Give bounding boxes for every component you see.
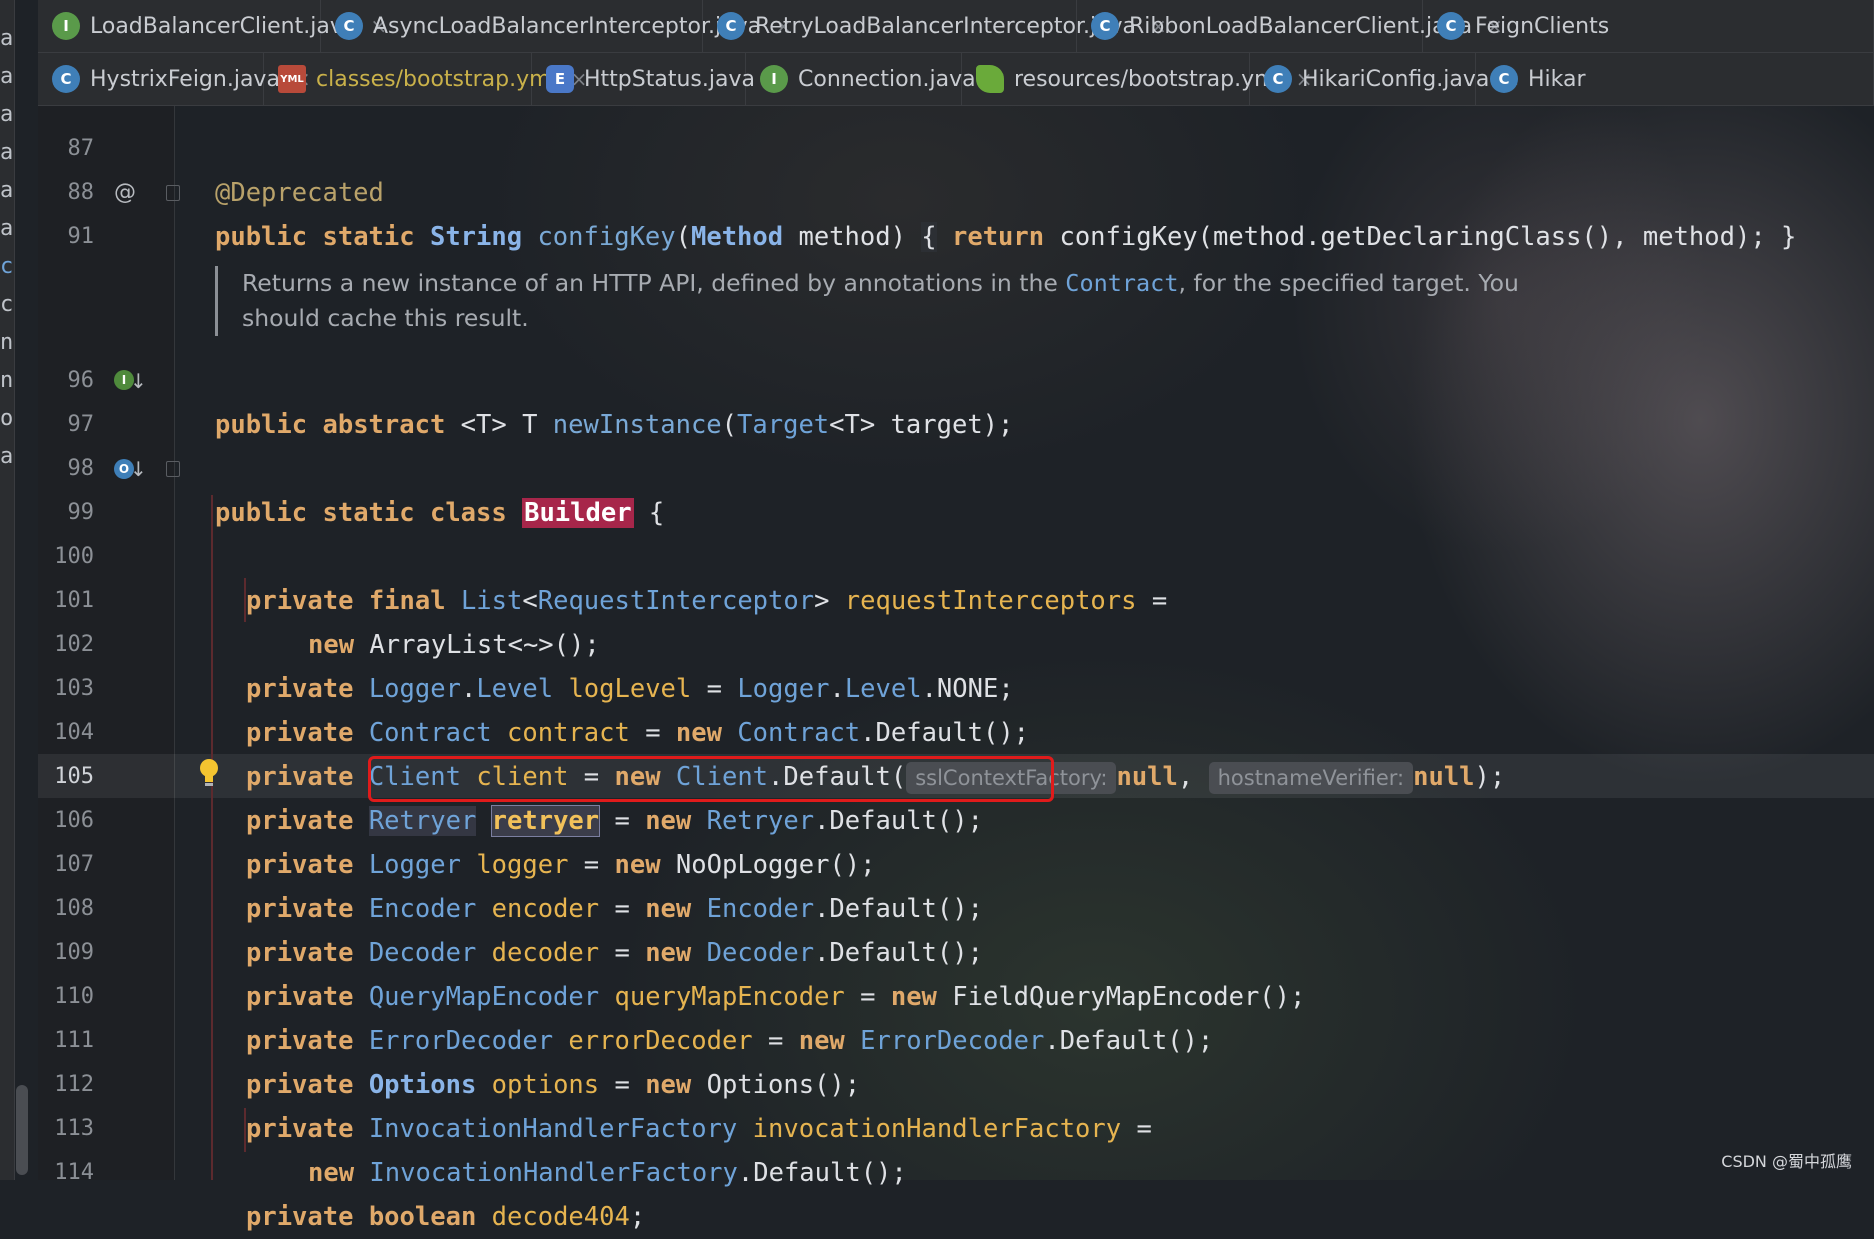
- enum-icon: E: [546, 65, 574, 93]
- code-punct: (: [675, 222, 691, 252]
- spring-leaf-icon: [976, 65, 1004, 93]
- type-name: String: [429, 222, 523, 252]
- keyword: public: [215, 222, 308, 252]
- tree-letter[interactable]: c: [0, 256, 14, 278]
- tab-label: FeignClients: [1475, 13, 1610, 39]
- keyword: static: [322, 498, 415, 528]
- code-text: configKey(method.getDeclaringClass(), me…: [1044, 222, 1797, 252]
- interface-icon: I: [52, 12, 80, 40]
- code-line-103[interactable]: private Contract contract = new Contract…: [0, 667, 1874, 748]
- javadoc-rendered: Returns a new instance of an HTTP API, d…: [215, 266, 1542, 336]
- code-line-98[interactable]: public static class Builder {: [0, 447, 1874, 528]
- code-line-87[interactable]: @Deprecated: [0, 127, 1874, 208]
- class-icon: C: [1490, 65, 1518, 93]
- class-icon: C: [1437, 12, 1465, 40]
- code-line-104[interactable]: private Client client = new Client.Defau…: [0, 711, 1874, 794]
- tab-label: Hikar: [1528, 66, 1586, 92]
- tab-label: RibbonLoadBalancerClient.java: [1129, 13, 1473, 39]
- javadoc-link-contract[interactable]: Contract: [1065, 269, 1178, 297]
- tab-feignclients[interactable]: C FeignClients: [1423, 0, 1874, 52]
- keyword: public: [215, 498, 308, 528]
- line-number[interactable]: 97: [38, 403, 95, 447]
- tab-label: classes/bootstrap.yml: [316, 66, 557, 92]
- class-icon: C: [52, 65, 80, 93]
- tab-hikariconfig[interactable]: C HikariConfig.java ×: [1250, 53, 1520, 105]
- tab-hystrixfeign[interactable]: C HystrixFeign.java ×: [38, 53, 311, 105]
- keyword: boolean: [368, 1202, 477, 1232]
- code-line-96[interactable]: public abstract <T> T newInstance(Target…: [0, 359, 1874, 440]
- class-icon: C: [1091, 12, 1119, 40]
- keyword: abstract: [322, 410, 446, 440]
- tab-label: Connection.java: [798, 66, 976, 92]
- keyword: private: [246, 1202, 354, 1232]
- tab-resources-bootstrap-yml[interactable]: resources/bootstrap.yml ×: [962, 53, 1312, 105]
- watermark: CSDN @蜀中孤鹰: [1721, 1152, 1852, 1171]
- yaml-file-icon: YML: [278, 65, 306, 93]
- code-line-101[interactable]: new ArrayList<~>();: [0, 579, 1874, 660]
- tab-loadbalancerclient[interactable]: I LoadBalancerClient.java ×: [38, 0, 387, 52]
- type-name: Target: [737, 410, 830, 440]
- code-line-111[interactable]: private Options options = new Options();: [0, 1019, 1874, 1100]
- code-text: <T> T: [445, 410, 553, 440]
- tree-letter[interactable]: a: [0, 104, 14, 126]
- tab-asyncloadbalancerinterceptor[interactable]: C AsyncLoadBalancerInterceptor.java ×: [321, 0, 792, 52]
- class-icon: C: [717, 12, 745, 40]
- code-text: {: [633, 498, 665, 528]
- tree-letter[interactable]: a: [0, 66, 14, 88]
- tree-letter[interactable]: c: [0, 294, 14, 316]
- class-icon: C: [1264, 65, 1292, 93]
- tab-label: resources/bootstrap.yml: [1014, 66, 1282, 92]
- keyword: static: [322, 222, 415, 252]
- tree-letter[interactable]: a: [0, 28, 14, 50]
- line-number[interactable]: 91: [38, 215, 95, 259]
- code-line-100[interactable]: private final List<RequestInterceptor> r…: [0, 535, 1874, 616]
- tab-label: LoadBalancerClient.java: [90, 13, 357, 39]
- interface-icon: I: [760, 65, 788, 93]
- tab-ribbonloadbalancerclient[interactable]: C RibbonLoadBalancerClient.java ×: [1077, 0, 1503, 52]
- tab-connection[interactable]: I Connection.java ×: [746, 53, 1006, 105]
- keyword: return: [952, 222, 1045, 252]
- keyword: class: [429, 498, 507, 528]
- tab-label: HttpStatus.java: [584, 66, 755, 92]
- type-name: Method: [690, 222, 784, 252]
- code-line-107[interactable]: private Encoder encoder = new Encoder.De…: [0, 843, 1874, 924]
- class-name-builder: Builder: [522, 498, 634, 528]
- line-number[interactable]: 99: [38, 491, 95, 535]
- folded-brace: {: [921, 222, 937, 252]
- code-line-114[interactable]: private boolean decode404;: [0, 1151, 1874, 1232]
- code-line-102[interactable]: private Logger.Level logLevel = Logger.L…: [0, 623, 1874, 704]
- method-name: configKey: [537, 222, 676, 252]
- class-icon: C: [335, 12, 363, 40]
- tab-label: HikariConfig.java: [1302, 66, 1490, 92]
- tab-retryloadbalancerinterceptor[interactable]: C RetryLoadBalancerInterceptor.java ×: [703, 0, 1167, 52]
- code-line-113[interactable]: new InvocationHandlerFactory.Default();: [0, 1107, 1874, 1188]
- tree-letter[interactable]: n: [0, 332, 14, 354]
- tab-httpstatus[interactable]: E HttpStatus.java ×: [532, 53, 786, 105]
- tab-classes-bootstrap-yml[interactable]: YML classes/bootstrap.yml ×: [264, 53, 587, 105]
- code-line-88[interactable]: public static String configKey(Method me…: [0, 171, 1874, 252]
- tab-hikar[interactable]: C Hikar: [1476, 53, 1874, 105]
- code-line-108[interactable]: private Decoder decoder = new Decoder.De…: [0, 887, 1874, 968]
- code-line-106[interactable]: private Logger logger = new NoOpLogger()…: [0, 799, 1874, 880]
- keyword: public: [215, 410, 308, 440]
- code-text: ;: [629, 1202, 646, 1232]
- code-text: <T> target);: [829, 410, 1014, 440]
- code-line-112[interactable]: private InvocationHandlerFactory invocat…: [0, 1063, 1874, 1144]
- javadoc-text: Returns a new instance of an HTTP API, d…: [242, 269, 1066, 297]
- code-line-109[interactable]: private QueryMapEncoder queryMapEncoder …: [0, 931, 1874, 1012]
- tab-label: HystrixFeign.java: [90, 66, 280, 92]
- highlight-box: [368, 756, 1054, 802]
- code-line-110[interactable]: private ErrorDecoder errorDecoder = new …: [0, 975, 1874, 1056]
- editor-tabs-row-1: I LoadBalancerClient.java × C AsyncLoadB…: [38, 0, 1874, 53]
- method-name: newInstance: [552, 410, 722, 440]
- code-punct: (: [721, 410, 738, 440]
- field-name: decode404: [491, 1202, 630, 1232]
- editor-tabs-row-2: C HystrixFeign.java × YML classes/bootst…: [38, 53, 1874, 106]
- code-text: method): [783, 222, 922, 252]
